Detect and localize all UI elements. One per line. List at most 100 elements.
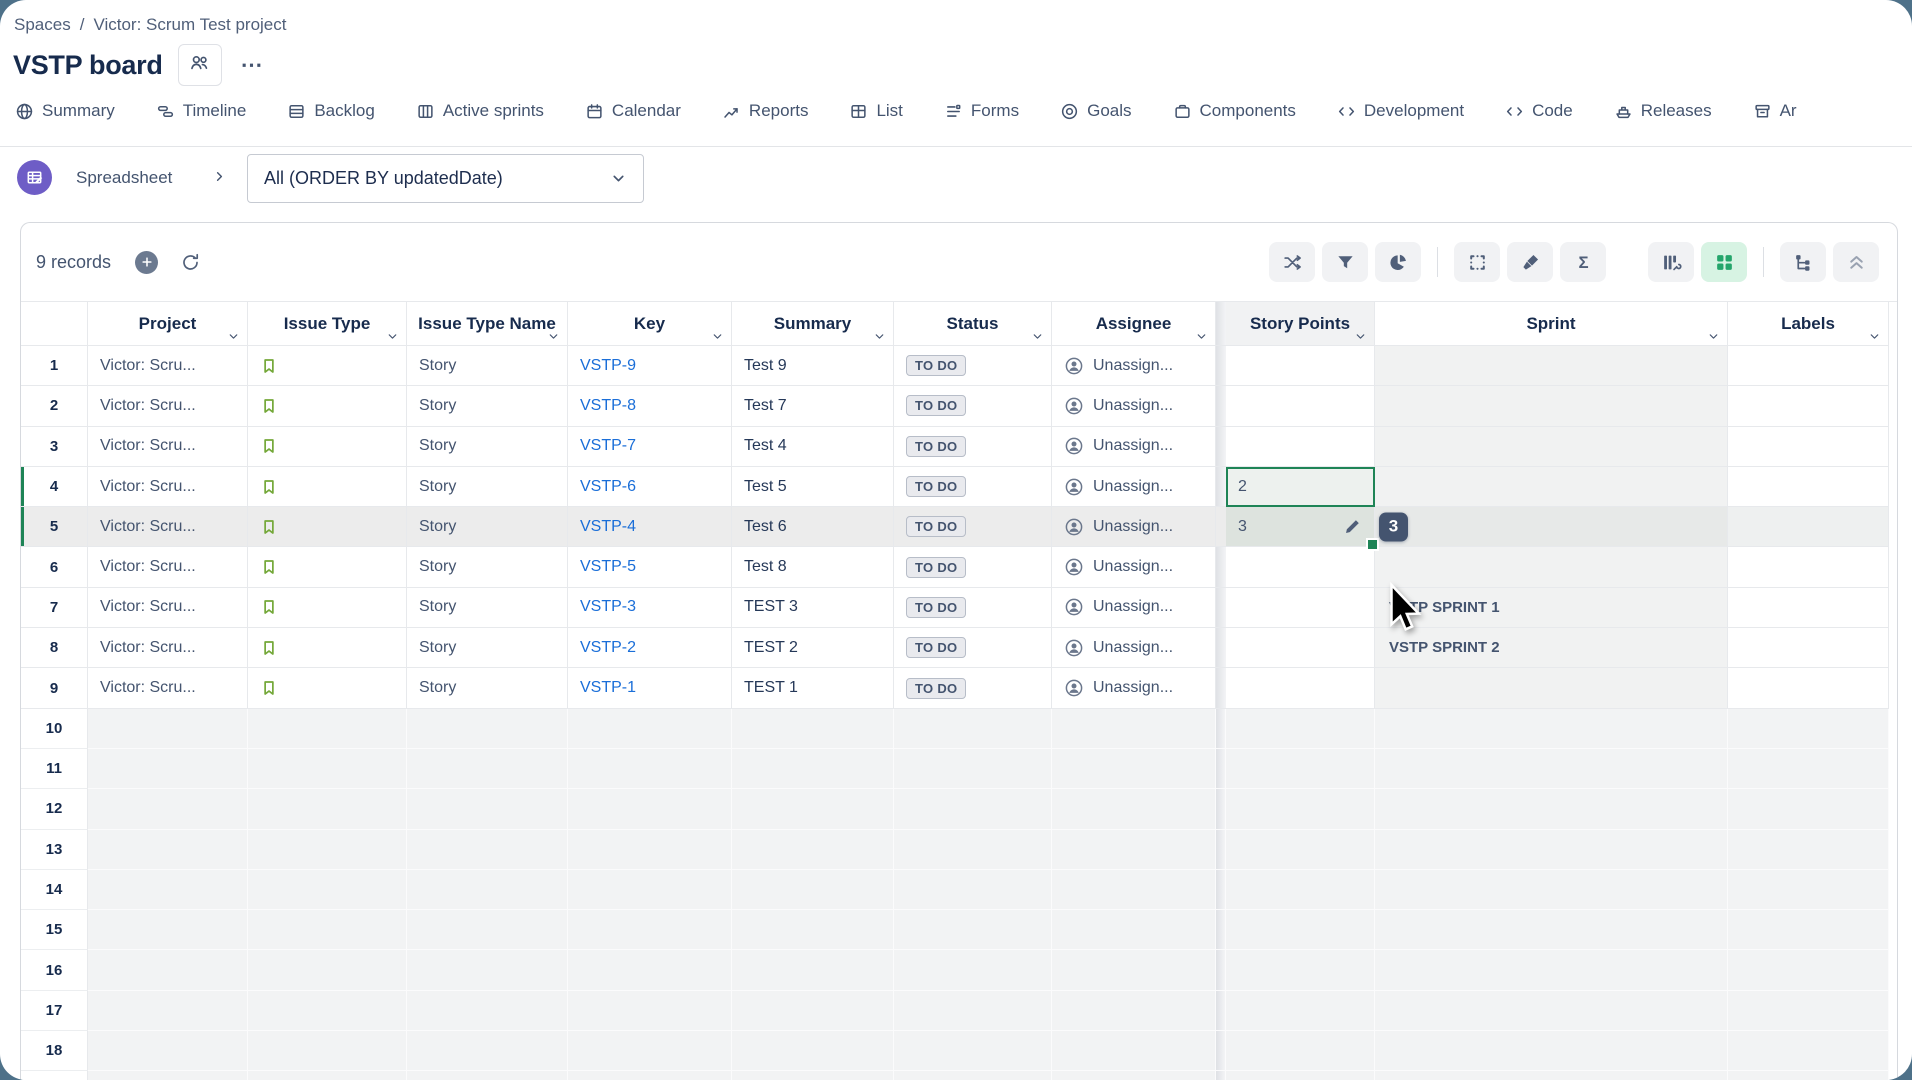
cell-labels[interactable] xyxy=(1728,467,1889,507)
cell-empty[interactable] xyxy=(1226,749,1375,789)
row-number[interactable]: 3 xyxy=(21,427,88,467)
cell-empty[interactable] xyxy=(1375,1031,1728,1071)
cell-issue-type-name[interactable]: Story xyxy=(407,588,568,628)
cell-issue-key[interactable]: VSTP-8 xyxy=(568,386,732,426)
cell-project[interactable]: Victor: Scru... xyxy=(88,427,248,467)
row-number[interactable]: 2 xyxy=(21,386,88,426)
pie-chart-button[interactable] xyxy=(1375,242,1421,282)
row-number[interactable]: 14 xyxy=(21,870,88,910)
row-number[interactable]: 11 xyxy=(21,749,88,789)
cell-issue-type[interactable] xyxy=(248,588,407,628)
tab-forms[interactable]: Forms xyxy=(944,101,1019,121)
cell-empty[interactable] xyxy=(1728,789,1889,829)
cell-empty[interactable] xyxy=(407,950,568,990)
tab-summary[interactable]: Summary xyxy=(15,101,115,121)
cell-issue-key[interactable]: VSTP-5 xyxy=(568,547,732,587)
cell-empty[interactable] xyxy=(248,950,407,990)
add-record-button[interactable] xyxy=(135,251,158,274)
cell-labels[interactable] xyxy=(1728,346,1889,386)
cell-empty[interactable] xyxy=(248,1031,407,1071)
cell-empty[interactable] xyxy=(732,870,894,910)
cell-empty[interactable] xyxy=(1226,709,1375,749)
cell-empty[interactable] xyxy=(1375,749,1728,789)
cell-empty[interactable] xyxy=(1375,870,1728,910)
cell-project[interactable]: Victor: Scru... xyxy=(88,628,248,668)
cell-issue-type[interactable] xyxy=(248,628,407,668)
cell-empty[interactable] xyxy=(1728,870,1889,910)
cell-project[interactable]: Victor: Scru... xyxy=(88,346,248,386)
cell-summary[interactable]: Test 4 xyxy=(732,427,894,467)
cell-empty[interactable] xyxy=(407,991,568,1031)
cell-empty[interactable] xyxy=(88,709,248,749)
cell-empty[interactable] xyxy=(407,1071,568,1080)
cell-labels[interactable] xyxy=(1728,588,1889,628)
grid-view-button[interactable] xyxy=(1701,242,1747,282)
cell-assignee[interactable]: Unassign... xyxy=(1052,628,1216,668)
collapse-button[interactable] xyxy=(1833,242,1879,282)
cell-project[interactable]: Victor: Scru... xyxy=(88,507,248,547)
column-header-assignee[interactable]: Assignee xyxy=(1052,302,1216,346)
cell-empty[interactable] xyxy=(568,709,732,749)
cell-project[interactable]: Victor: Scru... xyxy=(88,386,248,426)
cell-empty[interactable] xyxy=(1728,950,1889,990)
cell-issue-key[interactable]: VSTP-2 xyxy=(568,628,732,668)
cell-empty[interactable] xyxy=(894,1031,1052,1071)
cell-empty[interactable] xyxy=(248,830,407,870)
cell-issue-key[interactable]: VSTP-3 xyxy=(568,588,732,628)
cell-issue-key[interactable]: VSTP-7 xyxy=(568,427,732,467)
cell-assignee[interactable]: Unassign... xyxy=(1052,346,1216,386)
cell-sprint[interactable] xyxy=(1375,467,1728,507)
cell-empty[interactable] xyxy=(1052,830,1216,870)
row-number[interactable]: 15 xyxy=(21,910,88,950)
cell-empty[interactable] xyxy=(732,709,894,749)
cell-issue-type[interactable] xyxy=(248,547,407,587)
spreadsheet-app-avatar[interactable] xyxy=(17,160,52,195)
cell-empty[interactable] xyxy=(88,749,248,789)
cell-sprint[interactable]: VSTP SPRINT 2 xyxy=(1375,628,1728,668)
share-people-button[interactable] xyxy=(178,44,222,86)
cell-empty[interactable] xyxy=(248,709,407,749)
breadcrumb-spaces[interactable]: Spaces xyxy=(14,15,71,35)
cell-labels[interactable] xyxy=(1728,547,1889,587)
cell-empty[interactable] xyxy=(248,749,407,789)
cell-empty[interactable] xyxy=(894,950,1052,990)
cell-empty[interactable] xyxy=(894,789,1052,829)
row-number[interactable]: 12 xyxy=(21,789,88,829)
cell-empty[interactable] xyxy=(732,1071,894,1080)
cell-empty[interactable] xyxy=(568,1031,732,1071)
row-number[interactable]: 13 xyxy=(21,830,88,870)
cell-empty[interactable] xyxy=(88,870,248,910)
cell-empty[interactable] xyxy=(248,789,407,829)
column-header-status[interactable]: Status xyxy=(894,302,1052,346)
cell-sprint[interactable] xyxy=(1375,427,1728,467)
row-number[interactable]: 4 xyxy=(21,467,88,507)
column-header-summary[interactable]: Summary xyxy=(732,302,894,346)
cell-empty[interactable] xyxy=(88,1071,248,1080)
cell-empty[interactable] xyxy=(1375,910,1728,950)
cell-issue-type-name[interactable]: Story xyxy=(407,346,568,386)
cell-issue-type[interactable] xyxy=(248,346,407,386)
cell-sprint[interactable]: VSTP SPRINT 1 xyxy=(1375,588,1728,628)
cell-empty[interactable] xyxy=(568,950,732,990)
filter-button[interactable] xyxy=(1322,242,1368,282)
cell-empty[interactable] xyxy=(407,830,568,870)
tab-ar[interactable]: Ar xyxy=(1753,101,1797,121)
cell-issue-type-name[interactable]: Story xyxy=(407,628,568,668)
cell-empty[interactable] xyxy=(732,830,894,870)
cell-empty[interactable] xyxy=(88,830,248,870)
cell-sprint[interactable] xyxy=(1375,547,1728,587)
cell-issue-key[interactable]: VSTP-4 xyxy=(568,507,732,547)
cell-issue-type-name[interactable]: Story xyxy=(407,668,568,708)
cell-empty[interactable] xyxy=(88,991,248,1031)
cell-assignee[interactable]: Unassign... xyxy=(1052,547,1216,587)
cell-empty[interactable] xyxy=(1226,910,1375,950)
cell-issue-type[interactable] xyxy=(248,507,407,547)
cell-issue-key[interactable]: VSTP-6 xyxy=(568,467,732,507)
cell-assignee[interactable]: Unassign... xyxy=(1052,507,1216,547)
cell-empty[interactable] xyxy=(894,991,1052,1031)
row-number[interactable]: 17 xyxy=(21,991,88,1031)
cell-issue-type[interactable] xyxy=(248,386,407,426)
cell-story-points[interactable] xyxy=(1226,547,1375,587)
cell-summary[interactable]: Test 9 xyxy=(732,346,894,386)
cell-empty[interactable] xyxy=(1226,830,1375,870)
